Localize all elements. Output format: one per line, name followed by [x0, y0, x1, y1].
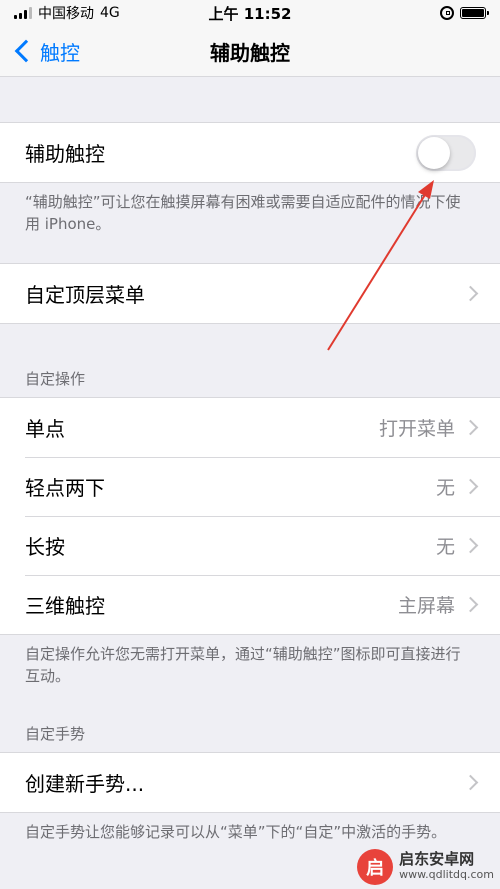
action-row-3d-touch[interactable]: 三维触控 主屏幕	[0, 575, 500, 634]
chevron-right-icon	[462, 285, 479, 302]
orientation-lock-icon	[440, 6, 454, 20]
watermark-logo-icon: 启	[357, 849, 394, 885]
navigation-bar: 触控 辅助触控	[0, 26, 500, 77]
action-value: 主屏幕	[397, 595, 455, 617]
action-value-wrap: 无	[435, 532, 479, 559]
battery-icon	[460, 7, 489, 19]
status-left: 中国移动 4G	[14, 3, 120, 23]
network-label: 4G	[100, 5, 120, 21]
back-button[interactable]: 触控	[0, 37, 80, 66]
chevron-right-icon	[462, 596, 479, 613]
create-gesture-label: 创建新手势...	[25, 772, 145, 796]
action-label: 三维触控	[25, 594, 105, 618]
action-row-single-tap[interactable]: 单点 打开菜单	[0, 398, 500, 457]
custom-actions-group: 单点 打开菜单 轻点两下 无 长按 无 三维触控 主屏幕	[0, 397, 500, 635]
custom-gestures-header: 自定手势	[25, 725, 86, 743]
custom-actions-header: 自定操作	[25, 370, 86, 388]
toggle-knob	[418, 136, 450, 169]
action-value: 无	[435, 477, 455, 499]
back-label: 触控	[40, 40, 80, 65]
assistive-touch-row: 辅助触控	[0, 123, 500, 182]
toggle-group: 辅助触控	[0, 122, 500, 183]
watermark-text: 启东安卓网 www.qdlitdq.com	[399, 851, 494, 883]
custom-actions-footer: 自定操作允许您无需打开菜单，通过“辅助触控”图标即可直接进行互动。	[25, 645, 461, 685]
action-value-wrap: 主屏幕	[397, 591, 479, 618]
action-value: 打开菜单	[378, 418, 455, 440]
carrier-label: 中国移动	[38, 6, 94, 22]
chevron-right-icon	[462, 537, 479, 554]
create-gesture-row[interactable]: 创建新手势...	[0, 753, 500, 812]
assistive-touch-toggle[interactable]	[416, 134, 476, 171]
chevron-right-icon	[462, 478, 479, 495]
custom-gestures-footer: 自定手势让您能够记录可以从“菜单”下的“自定”中激活的手势。	[25, 823, 447, 841]
status-bar: 中国移动 4G 上午 11:52	[0, 0, 500, 26]
action-value-wrap: 无	[435, 473, 479, 500]
watermark-url: www.qdlitdq.com	[399, 868, 494, 881]
signal-icon	[14, 7, 32, 19]
action-row-long-press[interactable]: 长按 无	[0, 516, 500, 575]
action-label: 单点	[25, 417, 65, 441]
chevron-right-icon	[462, 774, 479, 791]
action-value-wrap: 打开菜单	[378, 414, 479, 441]
chevron-left-icon	[14, 39, 38, 63]
customize-top-menu-label: 自定顶层菜单	[25, 283, 145, 307]
action-row-double-tap[interactable]: 轻点两下 无	[0, 457, 500, 516]
watermark: 启 启东安卓网 www.qdlitdq.com	[357, 849, 494, 885]
assistive-touch-note: “辅助触控”可让您在触摸屏幕有困难或需要自适应配件的情况下使用 iPhone。	[25, 193, 461, 233]
custom-gestures-group: 创建新手势...	[0, 752, 500, 813]
assistive-touch-label: 辅助触控	[25, 142, 105, 166]
status-right	[440, 6, 489, 20]
customize-top-menu-row[interactable]: 自定顶层菜单	[0, 264, 500, 323]
chevron-right-icon	[462, 419, 479, 436]
top-menu-group: 自定顶层菜单	[0, 263, 500, 324]
action-label: 轻点两下	[25, 476, 105, 500]
watermark-title: 启东安卓网	[399, 850, 475, 868]
action-value: 无	[435, 536, 455, 558]
action-label: 长按	[25, 535, 65, 559]
